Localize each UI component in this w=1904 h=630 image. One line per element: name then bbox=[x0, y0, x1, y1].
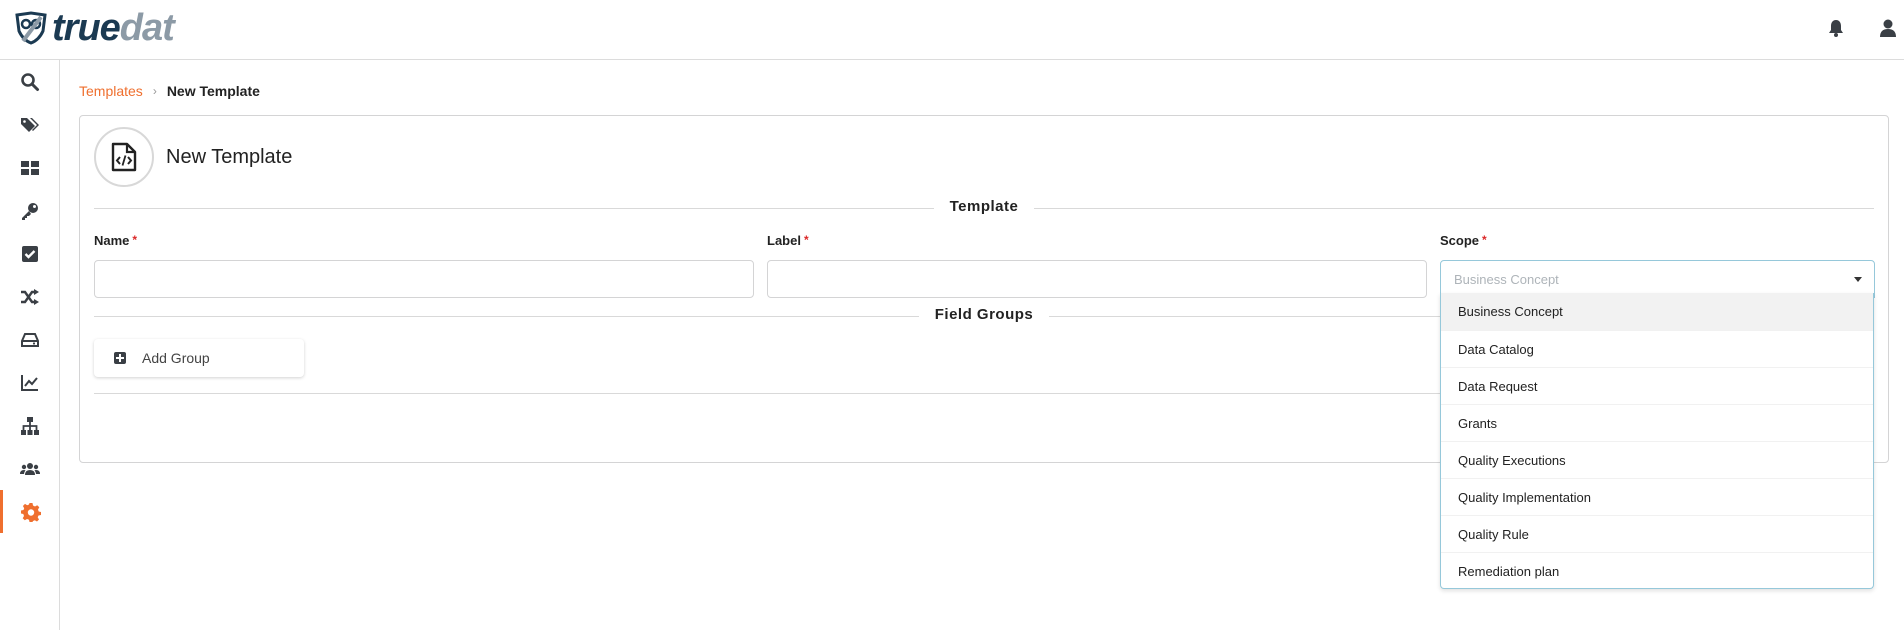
users-icon bbox=[19, 462, 40, 475]
sitemap-icon bbox=[20, 416, 39, 435]
hdd-icon bbox=[20, 332, 39, 347]
logo-text-true: true bbox=[52, 7, 121, 49]
sidebar-item-dashboard[interactable] bbox=[0, 146, 59, 189]
scope-option[interactable]: Data Catalog bbox=[1441, 330, 1873, 367]
breadcrumb: Templates › New Template bbox=[79, 83, 260, 99]
label-field-group: Label * bbox=[767, 233, 1427, 298]
sidebar-item-storage[interactable] bbox=[0, 318, 59, 361]
name-field-group: Name * bbox=[94, 233, 754, 298]
sidebar-item-keys[interactable] bbox=[0, 189, 59, 232]
plus-square-icon bbox=[114, 352, 126, 364]
search-icon bbox=[20, 72, 39, 91]
sidebar-item-search[interactable] bbox=[0, 60, 59, 103]
scope-dropdown-menu: Business Concept Data Catalog Data Reque… bbox=[1440, 293, 1874, 589]
breadcrumb-link-templates[interactable]: Templates bbox=[79, 83, 143, 99]
file-code-icon bbox=[111, 142, 137, 172]
sidebar-item-settings[interactable] bbox=[0, 490, 59, 533]
scope-option[interactable]: Business Concept bbox=[1441, 293, 1873, 330]
add-group-label: Add Group bbox=[142, 350, 210, 366]
key-icon bbox=[21, 202, 38, 220]
breadcrumb-current: New Template bbox=[166, 83, 260, 99]
sidebar-item-tags[interactable] bbox=[0, 103, 59, 146]
scope-option[interactable]: Quality Implementation bbox=[1441, 478, 1873, 515]
truedat-logo[interactable]: truedat bbox=[14, 7, 175, 49]
owl-shield-icon bbox=[15, 11, 47, 45]
scope-option[interactable]: Quality Rule bbox=[1441, 515, 1873, 552]
sidebar-item-quality[interactable] bbox=[0, 232, 59, 275]
scope-field-group: Scope * Business Concept bbox=[1440, 233, 1875, 298]
grid-icon bbox=[20, 160, 39, 175]
gear-icon bbox=[21, 502, 41, 522]
section-title-field-groups: Field Groups bbox=[918, 306, 1050, 323]
caret-down-icon bbox=[1854, 277, 1862, 282]
page-title: New Template bbox=[166, 146, 293, 168]
add-group-button[interactable]: Add Group bbox=[94, 339, 304, 377]
label-label: Label bbox=[767, 233, 801, 248]
label-input[interactable] bbox=[767, 260, 1427, 298]
sidebar-item-structure[interactable] bbox=[0, 404, 59, 447]
scope-label: Scope bbox=[1440, 233, 1480, 248]
required-mark: * bbox=[1482, 233, 1487, 247]
check-square-icon bbox=[21, 245, 38, 262]
page-header-icon bbox=[94, 127, 154, 187]
scope-option[interactable]: Quality Executions bbox=[1441, 441, 1873, 478]
chevron-right-icon: › bbox=[152, 84, 157, 98]
chart-line-icon bbox=[20, 374, 38, 391]
shuffle-icon bbox=[20, 288, 39, 305]
scope-select-placeholder: Business Concept bbox=[1454, 272, 1559, 287]
section-title-template: Template bbox=[933, 198, 1035, 215]
required-mark: * bbox=[132, 233, 138, 247]
scope-option[interactable]: Grants bbox=[1441, 404, 1873, 441]
scope-option[interactable]: Remediation plan bbox=[1441, 552, 1873, 588]
name-input[interactable] bbox=[94, 260, 754, 298]
sidebar-item-users[interactable] bbox=[0, 447, 59, 490]
bell-icon[interactable] bbox=[1826, 18, 1846, 38]
user-icon[interactable] bbox=[1878, 18, 1898, 38]
name-label: Name bbox=[94, 233, 130, 248]
sidebar bbox=[0, 60, 60, 630]
scope-option[interactable]: Data Request bbox=[1441, 367, 1873, 404]
required-mark: * bbox=[803, 233, 809, 247]
tags-icon bbox=[20, 117, 39, 132]
top-bar: truedat bbox=[0, 0, 1904, 60]
section-divider-template: Template bbox=[94, 198, 1874, 218]
sidebar-item-lineage[interactable] bbox=[0, 275, 59, 318]
sidebar-item-reports[interactable] bbox=[0, 361, 59, 404]
logo-text-dat: dat bbox=[119, 7, 175, 49]
